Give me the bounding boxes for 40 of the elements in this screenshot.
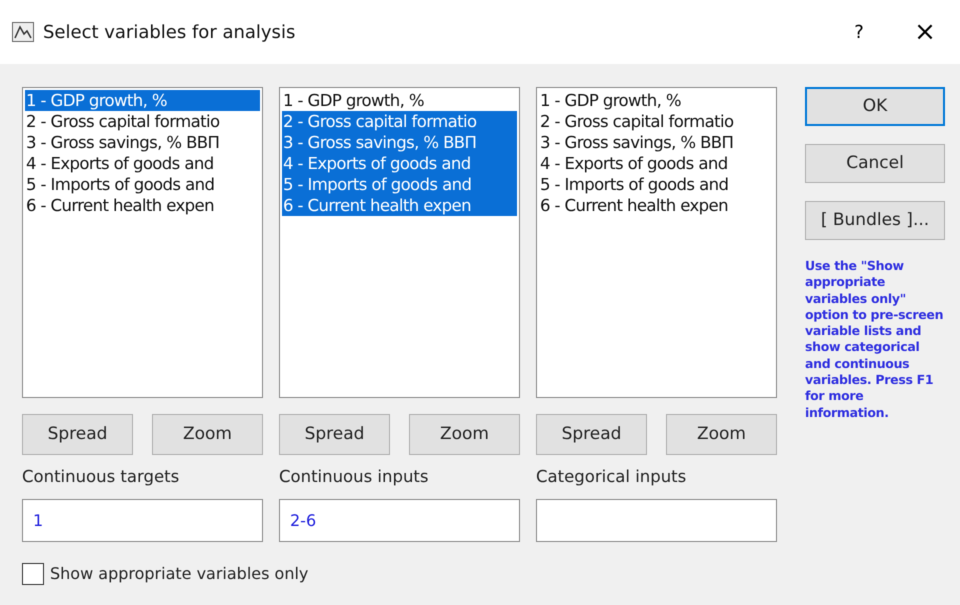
help-text: Use the "Show appropriate variables only" option to pre-screen variable lists and show categorical and continuous variables. Press F1 for more information. xyxy=(805,258,944,421)
dialog-button[interactable]: Cancel xyxy=(805,144,945,183)
list-item[interactable]: 5 - Imports of goods and xyxy=(25,174,260,195)
list-item[interactable]: 4 - Exports of goods and xyxy=(25,153,260,174)
input-field[interactable]: 1 xyxy=(22,499,263,542)
window-title: Select variables for analysis xyxy=(43,20,296,44)
list-item[interactable]: 3 - Gross savings, % ВВП xyxy=(539,132,774,153)
list-item[interactable]: 1 - GDP growth, % xyxy=(282,90,517,111)
close-button[interactable]: × xyxy=(910,19,940,45)
list-item[interactable]: 5 - Imports of goods and xyxy=(539,174,774,195)
list-item[interactable]: 1 - GDP growth, % xyxy=(539,90,774,111)
list-item[interactable]: 2 - Gross capital formatio xyxy=(539,111,774,132)
help-button[interactable]: ? xyxy=(844,18,874,46)
input-field[interactable] xyxy=(536,499,777,542)
list-item[interactable]: 2 - Gross capital formatio xyxy=(282,111,517,132)
dialog-button[interactable]: OK xyxy=(805,87,945,126)
checkbox[interactable] xyxy=(22,563,44,585)
list-button[interactable]: Zoom xyxy=(666,414,777,455)
list-item[interactable]: 4 - Exports of goods and xyxy=(282,153,517,174)
list-button[interactable]: Zoom xyxy=(409,414,520,455)
checkbox-label[interactable]: Show appropriate variables only xyxy=(50,562,308,586)
list-item[interactable]: 6 - Current health expen xyxy=(282,195,517,216)
field-label: Continuous inputs xyxy=(279,466,430,488)
list-item[interactable]: 3 - Gross savings, % ВВП xyxy=(282,132,517,153)
list-item[interactable]: 6 - Current health expen xyxy=(539,195,774,216)
field-label: Continuous targets xyxy=(22,466,180,488)
input-field[interactable]: 2-6 xyxy=(279,499,520,542)
list-button[interactable]: Zoom xyxy=(152,414,263,455)
field-label: Categorical inputs xyxy=(536,466,688,488)
list-button[interactable]: Spread xyxy=(536,414,647,455)
list-button[interactable]: Spread xyxy=(22,414,133,455)
list-item[interactable]: 2 - Gross capital formatio xyxy=(25,111,260,132)
chart-app-icon xyxy=(12,22,34,42)
list-item[interactable]: 4 - Exports of goods and xyxy=(539,153,774,174)
list-item[interactable]: 3 - Gross savings, % ВВП xyxy=(25,132,260,153)
list-item[interactable]: 1 - GDP growth, % xyxy=(25,90,260,111)
dialog-button[interactable]: [ Bundles ]... xyxy=(805,201,945,240)
list-item[interactable]: 5 - Imports of goods and xyxy=(282,174,517,195)
list-button[interactable]: Spread xyxy=(279,414,390,455)
list-item[interactable]: 6 - Current health expen xyxy=(25,195,260,216)
